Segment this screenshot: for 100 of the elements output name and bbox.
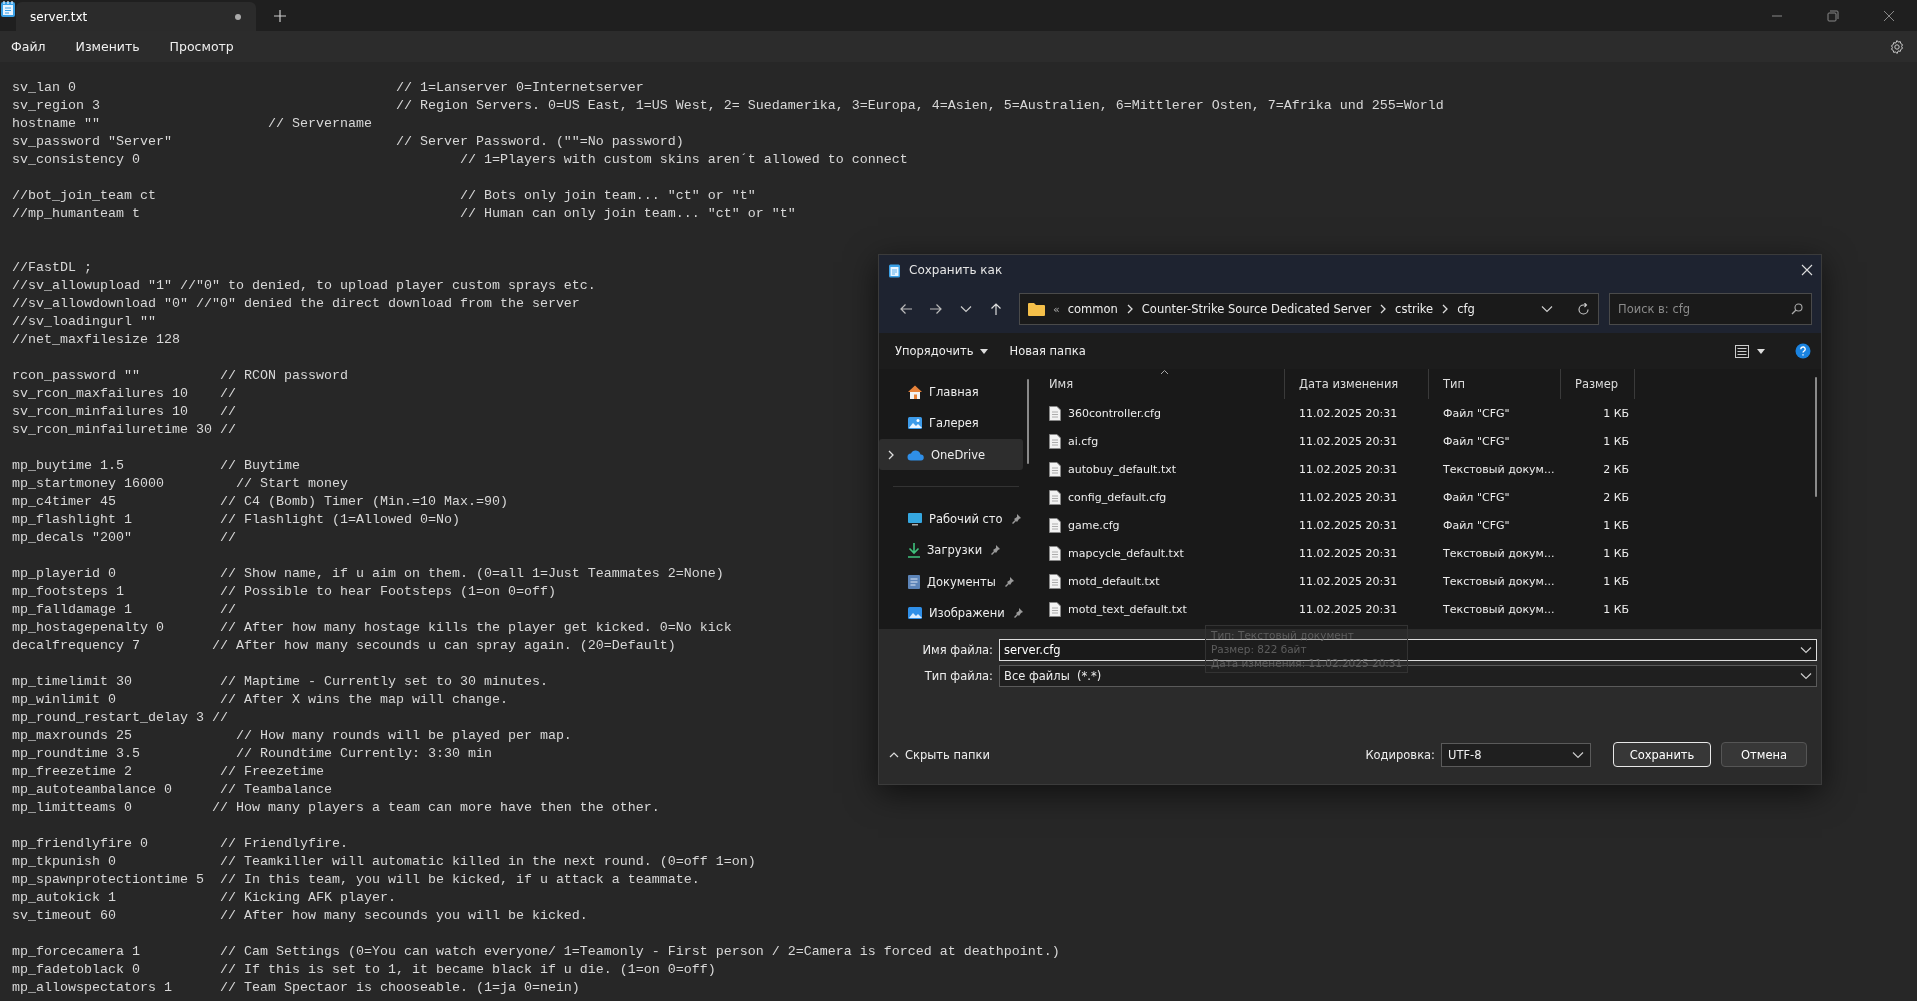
column-header[interactable]: Тип [1429,369,1561,399]
restore-icon[interactable] [1827,9,1839,22]
column-header[interactable]: Размер [1561,369,1635,399]
file-type: Файл "CFG" [1442,406,1511,420]
code-line: mp_roundtime 3.5 // Roundtime Currently: 3:30 min [12,745,492,763]
new-folder-button[interactable]: Новая папка [1001,340,1094,362]
help-icon[interactable] [1795,343,1811,359]
hide-folders-button[interactable]: Скрыть папки [889,747,990,762]
file-date: 11.02.2025 20:31 [1298,490,1399,504]
file-row[interactable]: config_default.cfg 11.02.2025 20:31 Файл "CFG" 2 КБ [1035,483,1821,511]
code-line: sv_rcon_minfailuretime 30 // [12,421,236,439]
file-row[interactable]: motd_text_default.txt 11.02.2025 20:31 Текстовый докум... 1 КБ [1035,595,1821,623]
code-line: mp_autokick 1 // Kicking AFK player. [12,889,396,907]
up-arrow-icon[interactable] [990,302,1002,316]
file-row[interactable]: game.cfg 11.02.2025 20:31 Файл "CFG" 1 КБ [1035,511,1821,539]
file-date: 11.02.2025 20:31 [1298,434,1399,448]
sidebar-item[interactable]: OneDrive [879,438,1023,471]
file-type: Файл "CFG" [1442,490,1511,504]
back-arrow-icon[interactable] [899,303,913,315]
search-field[interactable]: Поиск в: cfg [1618,294,1791,324]
document-tab[interactable]: server.txt [16,2,256,31]
dropdown-chevron-icon [1572,750,1584,759]
list-view-icon[interactable] [1735,344,1749,358]
sidebar-item[interactable]: Загрузки [879,534,1023,567]
code-line: mp_falldamage 1 // [12,601,236,619]
code-line: mp_fadetoblack 0 // If this is set to 1, it became black if u die. (1=on 0=off) [12,961,716,979]
chevron-right-icon [1441,304,1450,314]
file-size: 1 КБ [1602,434,1630,448]
recent-locations-icon[interactable] [960,305,972,313]
close-icon[interactable] [1883,9,1895,22]
file-row[interactable]: mapcycle_default.txt 11.02.2025 20:31 Текстовый докум... 1 КБ [1035,539,1821,567]
file-row[interactable]: 360controller.cfg 11.02.2025 20:31 Файл "CFG" 1 КБ [1035,399,1821,427]
code-line: //FastDL ; [12,259,92,277]
code-line: mp_spawnprotectiontime 5 // In this team, you will be kicked, if u attack a teammate. [12,871,700,889]
sort-caret-icon [1159,369,1169,375]
scrollbar[interactable] [1027,379,1029,464]
picture-icon [907,605,923,622]
caret-down-icon[interactable] [1757,348,1765,354]
file-row[interactable]: motd_default.txt 11.02.2025 20:31 Текстовый докум... 1 КБ [1035,567,1821,595]
forward-arrow-icon[interactable] [929,303,943,315]
dialog-button[interactable]: Сохранить [1613,742,1711,767]
column-header[interactable]: Имя [1035,369,1285,399]
file-name: motd_text_default.txt [1068,602,1187,616]
chevron-up-icon [889,751,899,758]
desktop-icon [907,512,923,526]
code-line: mp_freezetime 2 // Freezetime [12,763,324,781]
folder-icon [1028,302,1045,316]
code-line: //sv_loadingurl "" [12,313,156,331]
code-line: mp_buytime 1.5 // Buytime [12,457,300,475]
path-overflow[interactable]: « [1053,302,1060,316]
file-icon [1049,433,1061,449]
code-line: sv_consistency 0 // 1=Players with custom skins aren´t allowed to connect [12,151,908,169]
file-name: config_default.cfg [1068,490,1167,504]
sidebar-item[interactable]: Рабочий сто [879,503,1023,535]
pin-icon [1012,608,1023,619]
code-line: mp_startmoney 16000 // Start money [12,475,348,493]
dialog-button[interactable]: Отмена [1721,742,1807,767]
sidebar-item[interactable]: Главная [879,376,1023,408]
sidebar-item[interactable]: Изображени [879,597,1023,630]
menu-item[interactable]: Файл [2,35,55,58]
menu-item[interactable]: Просмотр [160,35,243,58]
file-icon [1049,489,1061,505]
code-line: mp_allowspectators 1 // Team Spectaor is chooseable. (1=ja 0=nein) [12,979,580,997]
menu-item[interactable]: Изменить [66,35,149,58]
code-line: mp_maxrounds 25 // How many rounds will be played per map. [12,727,572,745]
organize-button[interactable]: Упорядочить [887,340,996,362]
breadcrumb[interactable]: Counter-Strike Source Dedicated Server [1141,302,1372,316]
address-bar[interactable]: « common Counter-Strike Source Dedicated Server cstrike cfg [1019,293,1599,325]
sidebar-item[interactable]: Документы [879,566,1023,598]
breadcrumb[interactable]: cfg [1457,302,1475,316]
code-line: sv_timeout 60 // After how many secounds you will be kicked. [12,907,588,925]
code-line: mp_hostagepenalty 0 // After how many hostage kills the player get kicked. 0=No kick [12,619,732,637]
tooltip-line: Размер: 822 байт [1211,642,1308,656]
dropdown-chevron-icon [1800,672,1812,680]
expand-chevron-icon [887,449,895,460]
file-row[interactable]: ai.cfg 11.02.2025 20:31 Файл "CFG" 1 КБ [1035,427,1821,455]
column-header[interactable]: Дата изменения [1285,369,1429,399]
code-line: mp_friendlyfire 0 // Friendlyfire. [12,835,348,853]
refresh-icon[interactable] [1577,302,1590,316]
file-row[interactable]: autobuy_default.txt 11.02.2025 20:31 Текстовый докум... 2 КБ [1035,455,1821,483]
settings-icon[interactable] [1889,38,1905,55]
unsaved-dot-icon [234,12,242,21]
code-line: mp_c4timer 45 // C4 (Bomb) Timer (Min.=10 Max.=90) [12,493,508,511]
chevron-right-icon [1125,304,1134,314]
scrollbar[interactable] [1815,377,1817,497]
file-name: mapcycle_default.txt [1068,546,1184,560]
file-date: 11.02.2025 20:31 [1298,406,1399,420]
breadcrumb[interactable]: common [1067,302,1118,316]
breadcrumb[interactable]: cstrike [1395,302,1434,316]
sidebar-item[interactable]: Галерея [879,407,1023,439]
pin-icon [1010,514,1021,524]
code-line: sv_lan 0 // 1=Lanserver 0=Internetserver [12,79,644,97]
address-dropdown-icon[interactable] [1541,305,1553,313]
code-line: rcon_password "" // RCON password [12,367,348,385]
filetype-dropdown[interactable]: Все файлы (*.*) [999,665,1817,687]
search-box[interactable]: Поиск в: cfg [1609,293,1812,325]
file-icon [1049,573,1061,589]
encoding-dropdown[interactable]: UTF-8 [1441,742,1591,767]
file-icon [1049,517,1061,533]
plus-icon[interactable] [274,9,286,22]
